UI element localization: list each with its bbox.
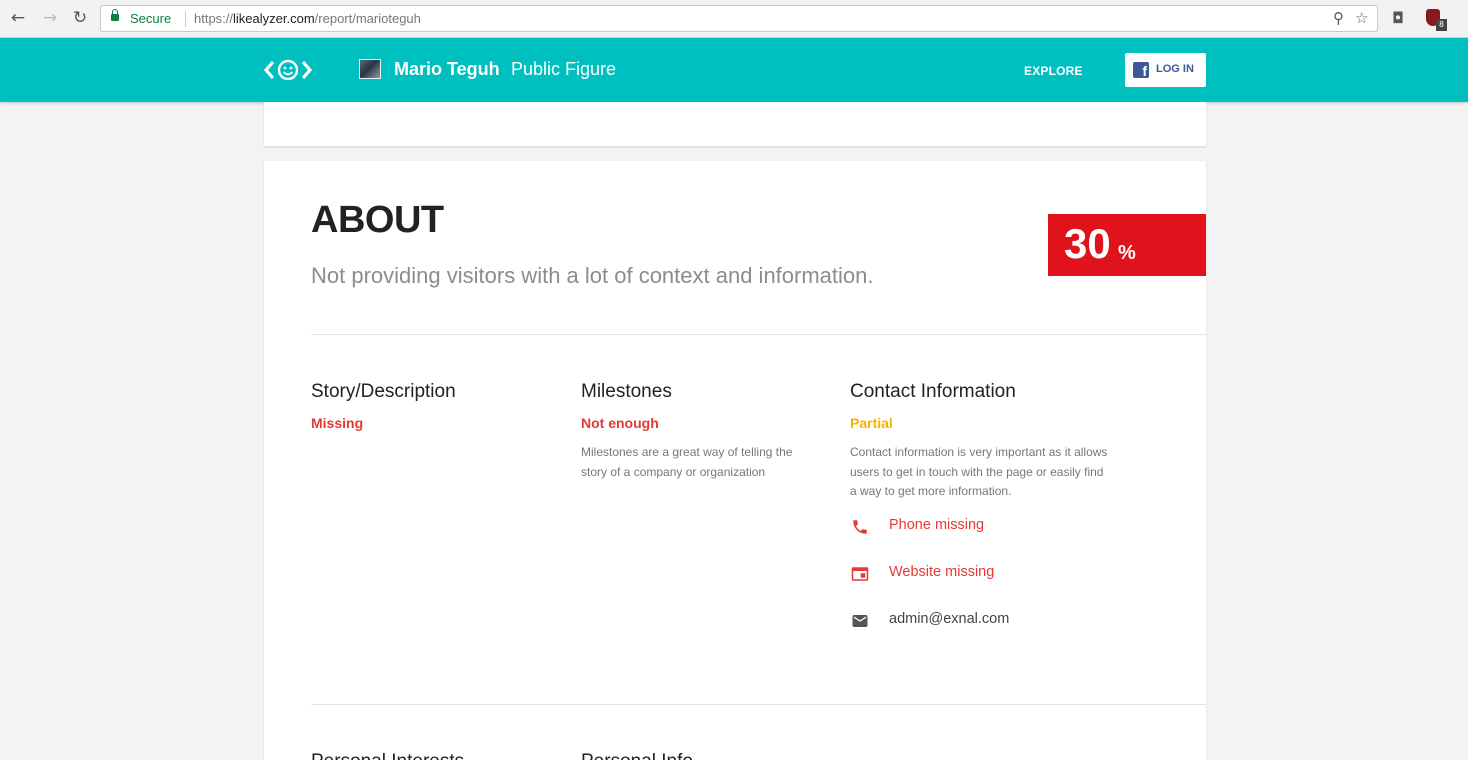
address-bar[interactable]: Secure https://likealyzer.com/report/mar… — [100, 5, 1378, 32]
page-category: Public Figure — [511, 59, 617, 79]
status-badge: Partial — [850, 415, 893, 431]
url-domain: likealyzer.com — [233, 11, 315, 26]
phone-icon — [853, 520, 867, 534]
zoom-icon[interactable]: ⚲ — [1333, 9, 1344, 27]
previous-section-card — [264, 102, 1206, 146]
divider — [311, 334, 1206, 335]
browser-toolbar: ← → ↻ Secure https://likealyzer.com/repo… — [0, 0, 1468, 38]
column-description: Milestones are a great way of telling th… — [581, 445, 793, 479]
column-title: Contact Information — [850, 381, 1016, 402]
explore-link[interactable]: EXPLORE — [1024, 64, 1083, 78]
score-value: 30 — [1064, 220, 1111, 267]
personal-info-title: Personal Info — [581, 751, 693, 760]
score-unit: % — [1118, 242, 1136, 264]
status-badge: Missing — [311, 415, 364, 431]
page-avatar — [359, 59, 381, 79]
url-path: /report/marioteguh — [314, 11, 421, 26]
contact-text: admin@exnal.com — [889, 611, 1010, 627]
address-separator — [185, 11, 186, 27]
url-text[interactable]: https://likealyzer.com/report/marioteguh — [194, 11, 421, 26]
status-badge: Not enough — [581, 415, 659, 431]
column-title: Milestones — [581, 381, 672, 402]
camera-icon[interactable]: ◘ — [1392, 9, 1404, 27]
personal-interests-title: Personal Interests — [311, 751, 464, 760]
back-arrow-icon[interactable]: ← — [8, 8, 28, 28]
story-description-column: Story/Description Missing — [311, 381, 561, 431]
login-button[interactable]: f LOG IN — [1125, 53, 1206, 87]
login-label: LOG IN — [1156, 63, 1194, 75]
lock-icon — [111, 9, 119, 21]
about-section-card: ABOUT Not providing visitors with a lot … — [264, 161, 1206, 760]
milestones-column: Milestones Not enough Milestones are a g… — [581, 381, 831, 482]
extension-badge: 8 — [1436, 19, 1447, 31]
email-icon — [852, 615, 868, 627]
contact-text: Phone missing — [889, 517, 985, 533]
column-description: Contact information is very important as… — [850, 445, 1108, 498]
bookmark-star-icon[interactable]: ☆ — [1355, 9, 1368, 27]
page-name: Mario Teguh — [394, 59, 500, 79]
facebook-icon: f — [1133, 62, 1149, 78]
section-title: ABOUT — [311, 199, 444, 241]
website-icon — [851, 567, 869, 581]
app-header: Mario Teguh Public Figure EXPLORE f LOG … — [0, 38, 1468, 102]
score-badge: 30 % — [1048, 214, 1206, 276]
section-summary: Not providing visitors with a lot of con… — [311, 263, 874, 288]
secure-label: Secure — [130, 11, 172, 26]
column-title: Story/Description — [311, 381, 456, 402]
likealyzer-logo-icon[interactable] — [264, 57, 312, 83]
contact-information-column: Contact Information Partial Contact info… — [850, 381, 1107, 502]
divider — [311, 704, 1206, 705]
contact-text: Website missing — [889, 564, 995, 580]
url-scheme: https:// — [194, 11, 234, 26]
forward-arrow-icon[interactable]: → — [40, 8, 60, 28]
reload-icon[interactable]: ↻ — [70, 8, 90, 28]
